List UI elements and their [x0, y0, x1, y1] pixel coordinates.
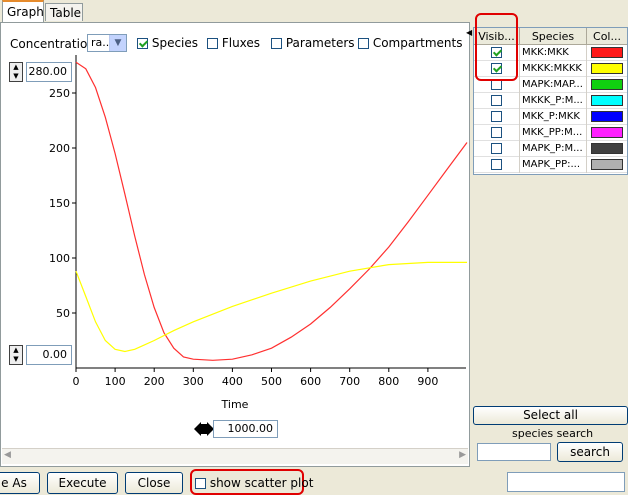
species-name: MAPK_PP:... [520, 157, 587, 173]
x-max-spinner[interactable] [194, 420, 214, 438]
species-checkbox[interactable]: Species [137, 36, 198, 50]
species-search-input[interactable] [477, 443, 551, 461]
parameters-checkbox[interactable]: Parameters [271, 36, 355, 50]
parameters-check[interactable] [271, 38, 282, 49]
fluxes-checkbox[interactable]: Fluxes [207, 36, 260, 50]
compartments-checkbox[interactable]: Compartments [358, 36, 462, 50]
x-tick-label: 200 [144, 375, 165, 388]
compartments-check-label: Compartments [372, 36, 463, 50]
col-color-header[interactable]: Col... [587, 28, 627, 45]
scroll-right-icon[interactable]: ▶ [459, 450, 466, 460]
horizontal-scrollbar[interactable]: ◀ ▶ [2, 448, 468, 464]
color-swatch[interactable] [591, 79, 623, 90]
species-name: MKK:MKK [520, 45, 587, 61]
y-axis-label: Concentration [10, 37, 95, 51]
x-tick-label: 900 [417, 375, 438, 388]
species-name: MAPK:MAP... [520, 77, 587, 93]
scatter-check[interactable] [195, 478, 206, 489]
table-row[interactable]: MAPK_P:M... [474, 141, 627, 157]
scatter-check-label: show scatter plot [209, 476, 314, 490]
visible-checkbox[interactable] [491, 127, 502, 138]
select-all-button[interactable]: Select all [473, 406, 628, 425]
species-name: MAPK_P:M... [520, 141, 587, 157]
color-swatch[interactable] [591, 143, 623, 154]
concentration-chart: 0 100 200 300 400 500 600 700 800 900 50 100 150 200 2… [49, 55, 468, 411]
visible-checkbox[interactable] [491, 159, 502, 170]
y-tick-label: 250 [49, 87, 70, 100]
collapse-arrow-icon[interactable]: ◀ [466, 28, 472, 37]
visible-cell[interactable] [474, 141, 520, 157]
visible-cell[interactable] [474, 93, 520, 109]
tab-table[interactable]: Table [45, 3, 83, 21]
execute-button[interactable]: Execute [47, 472, 118, 494]
species-name: MKKK_P:M... [520, 93, 587, 109]
y-tick-label: 200 [49, 142, 70, 155]
highlight-visible-column [475, 13, 518, 81]
color-swatch[interactable] [591, 63, 623, 74]
x-tick-label: 700 [339, 375, 360, 388]
save-as-button[interactable]: e As [0, 472, 40, 494]
x-tick-label: 0 [73, 375, 80, 388]
visible-cell[interactable] [474, 125, 520, 141]
species-table-empty-area [473, 176, 628, 404]
visible-cell[interactable] [474, 157, 520, 173]
x-tick-label: 600 [300, 375, 321, 388]
table-row[interactable]: MAPK_PP:... [474, 157, 627, 173]
color-swatch[interactable] [591, 127, 623, 138]
search-button[interactable]: search [557, 442, 623, 462]
x-tick-label: 100 [105, 375, 126, 388]
x-tick-label: 400 [222, 375, 243, 388]
x-tick-label: 800 [378, 375, 399, 388]
scatter-plot-checkbox[interactable]: show scatter plot [195, 476, 313, 490]
y-tick-label: 150 [49, 197, 70, 210]
y-tick-label: 100 [49, 252, 70, 265]
species-name: MKK_P:MKK [520, 109, 587, 125]
parameters-check-label: Parameters [285, 36, 355, 50]
tab-bar: Graph Table [0, 0, 470, 24]
x-tick-label: 500 [261, 375, 282, 388]
x-axis-title: Time [221, 398, 249, 411]
visible-checkbox[interactable] [491, 143, 502, 154]
y-tick-label: 50 [56, 307, 70, 320]
series-line [75, 261, 467, 353]
species-check-label: Species [151, 36, 199, 50]
table-row[interactable]: MKK_PP:M... [474, 125, 627, 141]
species-check[interactable] [137, 38, 148, 49]
table-row[interactable]: MKK_P:MKK [474, 109, 627, 125]
chevron-down-icon[interactable]: ▼ [109, 35, 126, 51]
visible-checkbox[interactable] [491, 95, 502, 106]
species-search-label: species search [512, 427, 594, 440]
status-field [507, 472, 625, 492]
compartments-check[interactable] [358, 38, 369, 49]
fluxes-check-label: Fluxes [221, 36, 261, 50]
table-row[interactable]: MKKK_P:M... [474, 93, 627, 109]
visible-cell[interactable] [474, 109, 520, 125]
x-max-input[interactable]: 1000.00 [213, 420, 278, 438]
series-line [75, 61, 468, 361]
species-name: MKKK:MKKK [520, 61, 587, 77]
color-swatch[interactable] [591, 95, 623, 106]
species-name: MKK_PP:M... [520, 125, 587, 141]
x-tick-label: 300 [183, 375, 204, 388]
tab-graph[interactable]: Graph [2, 0, 44, 22]
color-swatch[interactable] [591, 111, 623, 122]
scroll-left-icon[interactable]: ◀ [4, 450, 11, 460]
color-swatch[interactable] [591, 47, 623, 58]
visible-checkbox[interactable] [491, 111, 502, 122]
close-button[interactable]: Close [125, 472, 183, 494]
color-swatch[interactable] [591, 159, 623, 170]
col-species-header[interactable]: Species [520, 28, 587, 45]
fluxes-check[interactable] [207, 38, 218, 49]
